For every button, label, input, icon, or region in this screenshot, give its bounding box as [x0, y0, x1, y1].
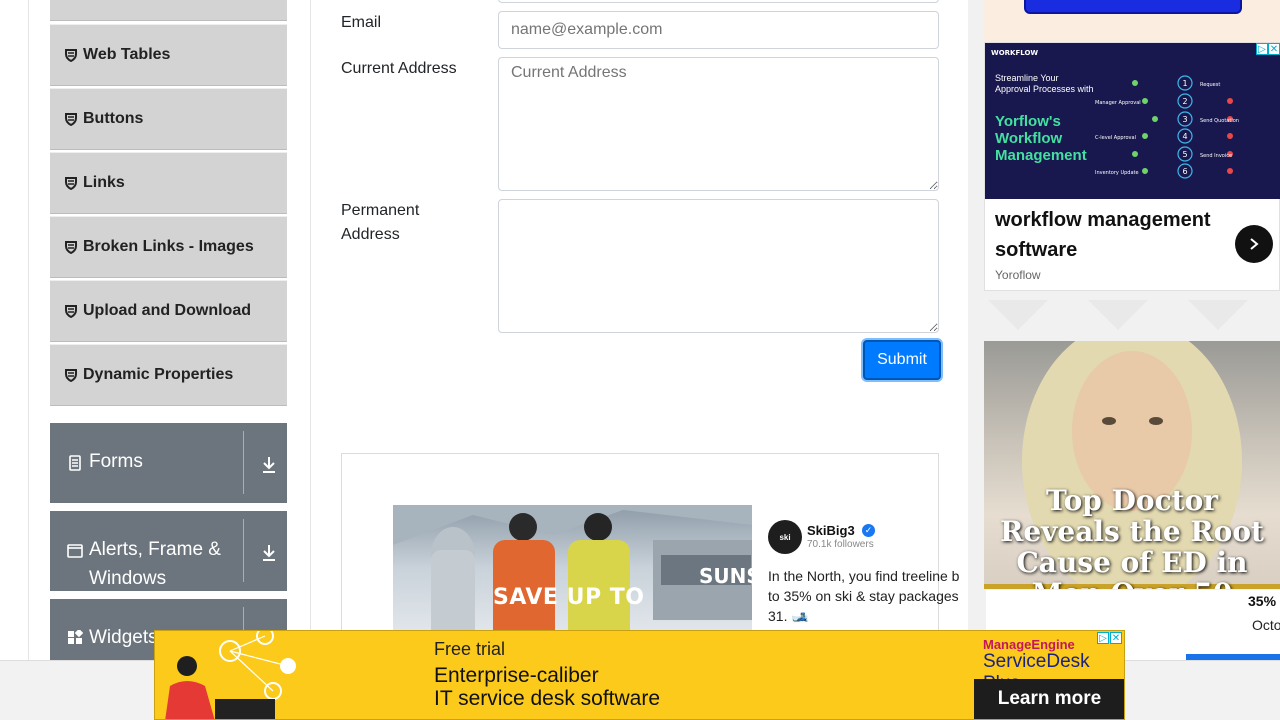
svg-text:4: 4	[1182, 132, 1187, 141]
ski-ad-image[interactable]: SUNS SAVE UP TO	[393, 505, 752, 645]
svg-text:SUNS: SUNS	[699, 564, 752, 588]
doctor-ad-text: Top Doctor Reveals the Root Cause of ED …	[1000, 484, 1264, 589]
shield-icon	[65, 368, 77, 382]
sidebar-item-upload-download[interactable]: Upload and Download	[50, 280, 287, 342]
workflow-ad-title: workflow management software	[995, 209, 1211, 261]
ad-info-icon[interactable]: ▷	[1256, 43, 1268, 55]
workflow-ad-brand: Yoroflow	[995, 268, 1041, 282]
shield-icon	[65, 304, 77, 318]
ad-info-icon[interactable]: ▷	[1097, 632, 1109, 644]
current-address-field[interactable]	[498, 57, 939, 191]
workflow-ad[interactable]: WORKFLOW 1 2 3 4 5 6 Request Manager Approva…	[984, 42, 1280, 291]
post-line-1: In the North, you find treeline b	[768, 568, 960, 584]
sidebar-item-label: Broken Links - Images	[83, 238, 254, 255]
divider	[243, 519, 244, 582]
sidebar-item-label: Dynamic Properties	[83, 366, 234, 383]
sidebar-item-label: Web Tables	[83, 46, 171, 63]
step-3: Send Quotation	[1200, 118, 1239, 124]
workflow-ad-image: WORKFLOW 1 2 3 4 5 6 Request Manager Approva…	[985, 43, 1280, 199]
banner-line-3: IT service desk software	[434, 687, 661, 710]
submit-button[interactable]: Submit	[863, 340, 941, 380]
skibig3-avatar: ski	[768, 520, 802, 554]
sidebar-item-partial[interactable]	[50, 0, 287, 21]
sidebar-item-dynamic-properties[interactable]: Dynamic Properties	[50, 344, 287, 406]
close-icon[interactable]: ✕	[1268, 43, 1280, 55]
learn-more-button[interactable]: Learn more	[974, 679, 1124, 719]
svg-text:1: 1	[1182, 79, 1187, 88]
chevron-right-icon[interactable]	[1235, 225, 1273, 263]
step-6: Inventory Update	[1095, 170, 1139, 176]
follower-count: 70.1k followers	[807, 539, 874, 550]
post-line-2: to 35% on ski & stay packages	[768, 588, 959, 604]
shield-icon	[65, 240, 77, 254]
workflow-ad-subtitle: Streamline Your Approval Processes with	[995, 73, 1094, 94]
sidebar-item-label: Buttons	[83, 110, 144, 127]
svg-text:2: 2	[1182, 97, 1187, 106]
svg-text:6: 6	[1182, 167, 1187, 176]
top-ad-button[interactable]	[1024, 0, 1242, 14]
sidebar-item-web-tables[interactable]: Web Tables	[50, 24, 287, 86]
email-field[interactable]	[498, 11, 939, 49]
workflow-ad-caption: Yorflow's Workflow Management	[995, 113, 1087, 164]
svg-text:WORKFLOW: WORKFLOW	[991, 49, 1038, 57]
window-icon	[67, 543, 83, 559]
overflow-text-1: 35%	[1248, 593, 1277, 609]
ski-ad-text: SAVE UP TO	[493, 585, 645, 610]
servicedesk-banner-ad[interactable]: Free trial Enterprise-caliber IT service…	[154, 630, 1125, 720]
account-name: SkiBig3	[807, 523, 855, 538]
banner-line-1: Free trial	[434, 639, 506, 659]
step-5: Send Invoice	[1200, 153, 1232, 159]
group-label: Forms	[89, 451, 143, 472]
step-2: Manager Approval	[1095, 100, 1141, 106]
sidebar-group-forms[interactable]: Forms	[50, 423, 287, 503]
widgets-icon	[67, 628, 84, 646]
group-label: Alerts, Frame & Windows	[89, 539, 221, 589]
sidebar-item-links[interactable]: Links	[50, 152, 287, 214]
close-icon[interactable]: ✕	[1110, 632, 1122, 644]
download-icon[interactable]	[261, 454, 277, 474]
banner-line-2: Enterprise-caliber	[434, 664, 599, 687]
post-line-3: 31. 🎿	[768, 608, 809, 624]
svg-text:5: 5	[1182, 150, 1187, 159]
permanent-address-label: Permanent Address	[341, 202, 420, 243]
sidebar-item-broken-links[interactable]: Broken Links - Images	[50, 216, 287, 278]
step-1: Request	[1200, 82, 1220, 88]
sidebar-group-alerts[interactable]: Alerts, Frame & Windows	[50, 511, 287, 591]
svg-text:3: 3	[1182, 115, 1187, 124]
name-field-partial[interactable]	[498, 0, 939, 3]
permanent-address-field[interactable]	[498, 199, 939, 333]
sidebar-item-label: Upload and Download	[83, 302, 251, 319]
banner-brand-small: ManageEngine	[983, 637, 1075, 652]
current-address-label: Current Address	[341, 60, 457, 77]
step-4: C-level Approval	[1095, 135, 1136, 141]
shield-icon	[65, 48, 77, 62]
shield-icon	[65, 176, 77, 190]
download-icon[interactable]	[261, 542, 277, 562]
verified-icon: ✓	[862, 524, 875, 537]
sidebar-item-label: Links	[83, 174, 125, 191]
shield-icon	[65, 112, 77, 126]
sidebar-item-buttons[interactable]: Buttons	[50, 88, 287, 150]
email-label: Email	[341, 14, 382, 31]
divider	[243, 431, 244, 494]
overflow-text-2: Octo	[1252, 617, 1280, 633]
post-text: In the North, you find treeline b to 35%…	[768, 566, 968, 626]
doctor-ad[interactable]: Top Doctor Reveals the Root Cause of ED …	[984, 341, 1280, 589]
document-icon	[67, 455, 83, 471]
